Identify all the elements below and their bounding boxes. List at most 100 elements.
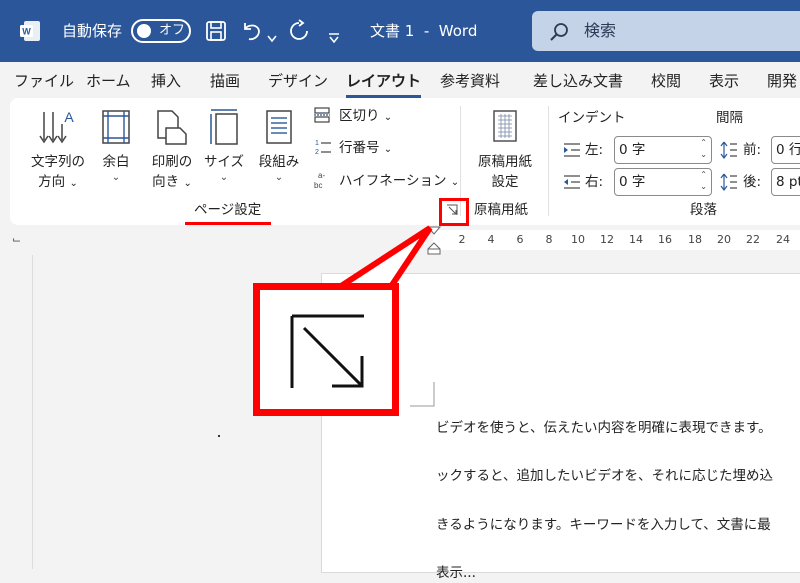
- indent-right-value: 0 字: [619, 174, 646, 190]
- svg-text:a-: a-: [318, 171, 325, 180]
- dialog-launcher-magnified-icon: [290, 314, 364, 388]
- text-direction-icon: A: [39, 109, 74, 144]
- text-direction-label-1: 文字列の: [31, 154, 85, 170]
- tab-draw[interactable]: 描画: [210, 70, 240, 92]
- redo-icon[interactable]: [287, 19, 311, 43]
- svg-text:1: 1: [315, 140, 319, 147]
- spacing-before-value: 0 行: [776, 142, 800, 158]
- size-icon: [210, 109, 238, 145]
- orientation-label-1: 印刷の: [151, 154, 193, 170]
- toggle-label: オフ: [159, 23, 186, 38]
- text-direction-button[interactable]: A 文字列の 方向 ⌄: [26, 108, 90, 194]
- customize-qat-icon[interactable]: [328, 26, 340, 50]
- spacing-after-input[interactable]: 8 pt: [771, 168, 800, 196]
- horizontal-ruler[interactable]: 2 4 6 8 10 12 14 16 18 20 22 24: [433, 230, 800, 250]
- spacing-before-icon: [720, 141, 737, 159]
- orientation-icon: [157, 110, 187, 145]
- margins-label: 余白: [102, 154, 130, 170]
- margins-icon: [102, 110, 130, 144]
- indent-right-icon: [564, 175, 580, 189]
- indent-right-input[interactable]: 0 字 ⌃ ⌄: [614, 168, 712, 196]
- chevron-down-icon: ⌄: [450, 177, 460, 188]
- indent-left-value: 0 字: [619, 142, 646, 158]
- orientation-label-2: 向き: [152, 174, 180, 190]
- ribbon-tabs: ファイル ホーム 挿入 描画 デザイン レイアウト 参考資料 差し込み文書 校閲…: [0, 62, 800, 98]
- document-line: ックすると、追加したいビデオを、それに応じた埋め込: [436, 468, 773, 484]
- title-bar: W 自動保存 オフ 文書 1 - Word 検索: [0, 0, 800, 62]
- paragraph-group-label: 段落: [690, 202, 717, 218]
- search-box[interactable]: 検索: [532, 11, 800, 51]
- ruler-tick: 10: [571, 233, 585, 246]
- group-separator: [548, 106, 549, 216]
- size-button[interactable]: サイズ ⌄: [202, 108, 246, 184]
- hyphenation-button[interactable]: a- bc ハイフネーション ⌄: [313, 170, 459, 193]
- line-numbers-label: 行番号: [339, 140, 380, 156]
- tab-home[interactable]: ホーム: [86, 70, 131, 92]
- search-icon: [550, 23, 568, 41]
- columns-button[interactable]: 段組み ⌄: [254, 108, 304, 184]
- indent-left-label: 左:: [585, 142, 604, 158]
- dialog-launcher-highlight-annotation: [439, 198, 469, 226]
- spin-arrows-icon[interactable]: ⌃ ⌄: [700, 137, 707, 161]
- orientation-button[interactable]: 印刷の 向き ⌄: [144, 108, 200, 194]
- tab-review[interactable]: 校閲: [651, 70, 681, 92]
- tab-references[interactable]: 参考資料: [440, 70, 500, 92]
- ruler-tick: 18: [688, 233, 702, 246]
- chevron-down-icon: ⌄: [183, 178, 192, 189]
- ruler-tick: 14: [629, 233, 643, 246]
- breaks-button[interactable]: 区切り ⌄: [313, 106, 392, 128]
- undo-icon[interactable]: [240, 19, 264, 43]
- chevron-down-icon: ⌄: [69, 178, 78, 189]
- vertical-ruler: [0, 255, 33, 569]
- spacing-after-icon: [720, 173, 737, 191]
- manuscript-settings-button[interactable]: 原稿用紙 設定: [470, 108, 540, 192]
- save-icon[interactable]: [205, 19, 227, 43]
- manuscript-label-2: 設定: [491, 174, 519, 190]
- document-title: 文書 1 - Word: [370, 22, 478, 40]
- indent-left-input[interactable]: 0 字 ⌃ ⌄: [614, 136, 712, 164]
- ruler-tick: 20: [717, 233, 731, 246]
- chevron-down-icon: ⌄: [274, 172, 284, 183]
- document-line: 表示...: [436, 565, 476, 581]
- chevron-down-icon: ⌄: [383, 144, 393, 155]
- ruler-tick: 4: [487, 233, 495, 246]
- toggle-knob: [137, 24, 151, 38]
- autosave-toggle[interactable]: オフ: [131, 19, 191, 43]
- tab-view[interactable]: 表示: [709, 70, 739, 92]
- callout-box: [253, 283, 399, 416]
- line-numbers-icon: 1 2: [315, 140, 331, 156]
- spacing-before-label: 前:: [743, 142, 762, 158]
- breaks-label: 区切り: [339, 108, 380, 124]
- spin-arrows-icon[interactable]: ⌃ ⌄: [700, 169, 707, 193]
- page-setup-group-label: ページ設定: [194, 202, 262, 218]
- undo-dropdown-icon[interactable]: [267, 27, 277, 51]
- spacing-after-value: 8 pt: [776, 174, 800, 190]
- chevron-down-icon: ⌄: [219, 172, 229, 183]
- manuscript-label-1: 原稿用紙: [478, 154, 532, 170]
- svg-text:2: 2: [315, 149, 319, 156]
- margins-button[interactable]: 余白 ⌄: [94, 108, 138, 184]
- ruler-tick: 8: [545, 233, 553, 246]
- indent-left-icon: [564, 143, 580, 157]
- indent-header: インデント: [558, 110, 626, 126]
- document-line: きるようになります。キーワードを入力して、文書に最: [436, 517, 771, 533]
- tab-developer[interactable]: 開発: [767, 70, 797, 92]
- ruler-tick: 16: [658, 233, 672, 246]
- ruler-tick: 22: [746, 233, 760, 246]
- tab-file[interactable]: ファイル: [14, 70, 74, 92]
- tab-layout[interactable]: レイアウト: [346, 70, 422, 98]
- svg-text:A: A: [64, 109, 74, 125]
- ruler-tick: 24: [776, 233, 790, 246]
- size-label: サイズ: [203, 154, 245, 170]
- line-numbers-button[interactable]: 1 2 行番号 ⌄: [313, 138, 392, 160]
- margin-corner-mark: [410, 382, 435, 407]
- search-placeholder: 検索: [584, 21, 617, 40]
- spacing-before-input[interactable]: 0 行: [771, 136, 800, 164]
- tab-selector-icon[interactable]: ⌙: [12, 233, 21, 246]
- tab-design[interactable]: デザイン: [268, 70, 328, 92]
- ruler-tick: 6: [516, 233, 524, 246]
- tab-mailings[interactable]: 差し込み文書: [533, 70, 623, 92]
- spacing-header: 間隔: [716, 110, 743, 126]
- tab-insert[interactable]: 挿入: [151, 70, 181, 92]
- word-logo-icon[interactable]: W: [18, 19, 42, 43]
